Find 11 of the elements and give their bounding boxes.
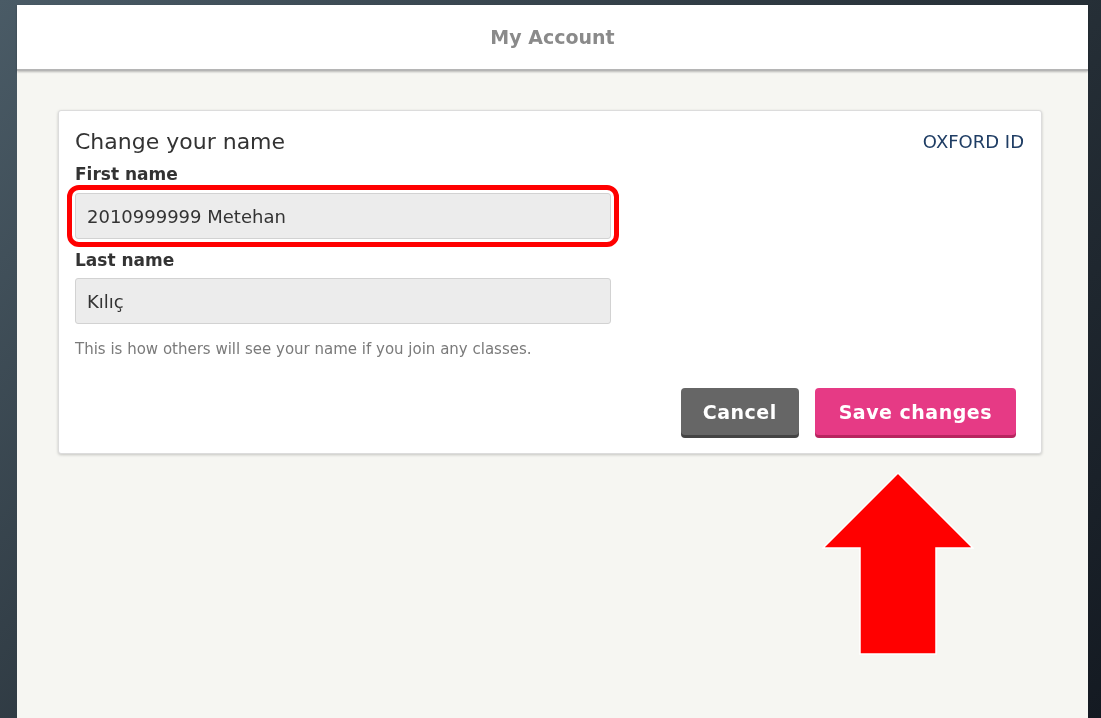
save-button[interactable]: Save changes: [814, 388, 1016, 435]
field-label: Last name: [75, 250, 176, 270]
up-arrow-icon: [822, 472, 974, 655]
card-title: Change your name: [75, 129, 286, 154]
account-label: OXFORD ID: [922, 131, 1024, 152]
hint-text: This is how others will see your name if you join any classes.: [75, 340, 533, 358]
page-title: My Account: [490, 26, 615, 48]
cancel-button[interactable]: Cancel: [680, 388, 799, 435]
name-input[interactable]: 2010999999 Metehan: [75, 193, 611, 239]
name-input[interactable]: Kılıç: [75, 278, 611, 324]
field-label: First name: [75, 164, 179, 184]
